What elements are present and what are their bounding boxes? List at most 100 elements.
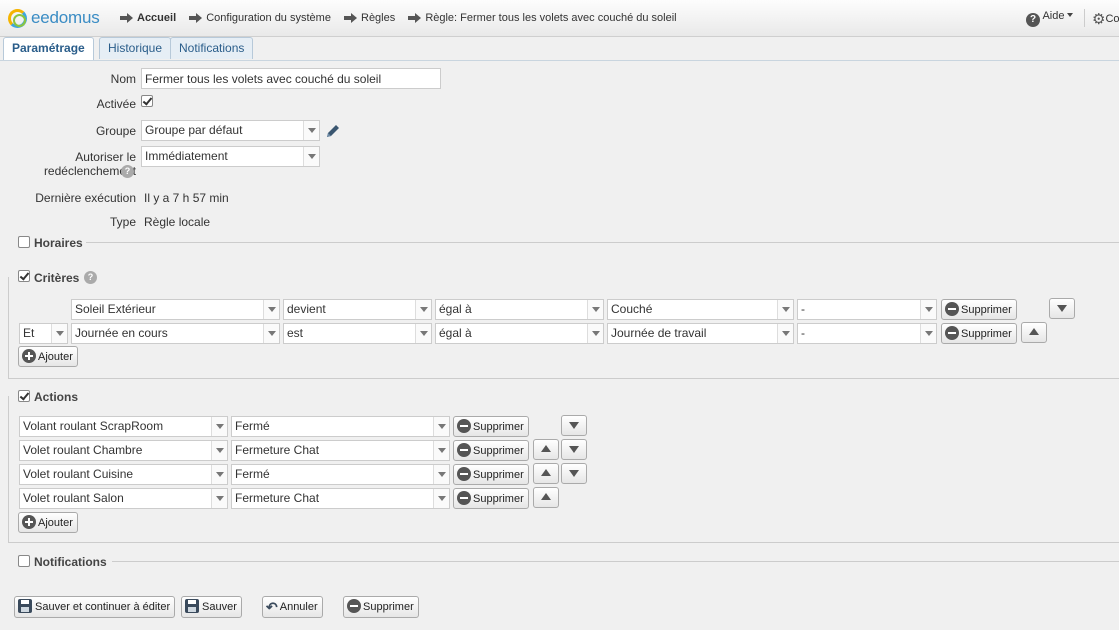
- notifications-title: Notifications: [34, 555, 107, 569]
- criteria-device-select[interactable]: Soleil Extérieur: [71, 299, 280, 320]
- cancel-button[interactable]: ↶ Annuler: [262, 596, 323, 618]
- config-label: Co: [1105, 13, 1119, 25]
- minus-icon: [347, 599, 361, 613]
- criteria-delete-button[interactable]: Supprimer: [941, 323, 1017, 344]
- help-menu[interactable]: ? Aide: [1026, 10, 1074, 27]
- breadcrumb-item-configuration[interactable]: Configuration du système: [189, 12, 331, 24]
- button-label: Annuler: [279, 601, 318, 613]
- action-device-value: Volet roulant Salon: [23, 491, 124, 505]
- chevron-down-icon: [415, 300, 431, 319]
- chevron-down-icon: [587, 300, 603, 319]
- move-up-button[interactable]: [533, 487, 559, 508]
- criteria-verb-select[interactable]: est: [283, 323, 432, 344]
- action-device-value: Volant roulant ScrapRoom: [23, 419, 164, 433]
- criteres-checkbox[interactable]: [18, 270, 30, 282]
- chevron-down-icon: [920, 300, 936, 319]
- help-label: Aide: [1042, 10, 1065, 22]
- criteria-operator-select[interactable]: égal à: [435, 323, 604, 344]
- groupe-value: Groupe par défaut: [145, 123, 243, 137]
- action-value-value: Fermé: [235, 467, 270, 481]
- criteres-title: Critères: [34, 271, 80, 285]
- criteria-verb-select[interactable]: devient: [283, 299, 432, 320]
- chevron-down-icon: [433, 465, 449, 484]
- chevron-down-icon: [211, 489, 227, 508]
- help-icon[interactable]: ?: [121, 165, 134, 178]
- plus-icon: [22, 349, 36, 363]
- action-delete-button[interactable]: Supprimer: [453, 416, 529, 437]
- minus-icon: [945, 326, 959, 340]
- action-delete-button[interactable]: Supprimer: [453, 488, 529, 509]
- action-delete-button[interactable]: Supprimer: [453, 440, 529, 461]
- minus-icon: [457, 419, 471, 433]
- move-down-button[interactable]: [561, 415, 587, 436]
- tab-notifications[interactable]: Notifications: [170, 37, 254, 59]
- action-value-value: Fermeture Chat: [235, 491, 320, 505]
- breadcrumb-item-current-rule: Règle: Fermer tous les volets avec couch…: [408, 12, 677, 24]
- chevron-down-icon: [51, 324, 67, 343]
- criteria-delete-button[interactable]: Supprimer: [941, 299, 1017, 320]
- horaires-checkbox[interactable]: [18, 236, 30, 248]
- pencil-icon[interactable]: [324, 122, 342, 140]
- redeclenchement-label: Autoriser le redéclenchement: [6, 150, 136, 178]
- criteria-extra-select[interactable]: -: [797, 323, 937, 344]
- notifications-checkbox[interactable]: [18, 555, 30, 567]
- criteria-value-value: Couché: [611, 302, 653, 316]
- activee-checkbox[interactable]: [141, 95, 153, 107]
- criteria-value-select[interactable]: Journée de travail: [607, 323, 794, 344]
- criteria-extra-select[interactable]: -: [797, 299, 937, 320]
- action-value-select[interactable]: Fermeture Chat: [231, 488, 450, 509]
- action-value-select[interactable]: Fermeture Chat: [231, 440, 450, 461]
- arrow-right-icon: [408, 13, 422, 23]
- button-label: Sauver: [202, 601, 237, 613]
- chevron-down-icon: [1067, 13, 1074, 17]
- groupe-label: Groupe: [95, 124, 136, 138]
- button-label: Supprimer: [363, 601, 414, 613]
- redeclenchement-select[interactable]: Immédiatement: [141, 146, 320, 167]
- actions-checkbox[interactable]: [18, 390, 30, 402]
- action-device-select[interactable]: Volet roulant Salon: [19, 488, 228, 509]
- move-down-button[interactable]: [561, 463, 587, 484]
- gear-icon: ⚙: [1092, 11, 1106, 28]
- divider: [112, 561, 1119, 562]
- delete-rule-button[interactable]: Supprimer: [343, 596, 419, 618]
- button-label: Supprimer: [473, 445, 524, 457]
- breadcrumb-item-regles[interactable]: Règles: [344, 12, 395, 24]
- criteria-value-select[interactable]: Couché: [607, 299, 794, 320]
- save-continue-button[interactable]: Sauver et continuer à éditer: [14, 596, 176, 618]
- action-device-select[interactable]: Volet roulant Cuisine: [19, 464, 228, 485]
- tab-historique[interactable]: Historique: [99, 37, 172, 59]
- criteria-conjunction-select[interactable]: Et: [19, 323, 68, 344]
- move-down-button[interactable]: [1049, 298, 1075, 319]
- type-label: Type: [109, 215, 136, 229]
- action-device-value: Volet roulant Chambre: [23, 443, 143, 457]
- action-value-value: Fermé: [235, 419, 270, 433]
- chevron-down-icon: [777, 300, 793, 319]
- derniere-execution-label: Dernière exécution: [35, 191, 136, 205]
- button-label: Sauver et continuer à éditer: [35, 601, 171, 613]
- config-menu[interactable]: ⚙Co: [1092, 10, 1119, 28]
- chevron-down-icon: [433, 489, 449, 508]
- criteria-operator-select[interactable]: égal à: [435, 299, 604, 320]
- help-icon[interactable]: ?: [84, 271, 97, 284]
- action-value-select[interactable]: Fermé: [231, 416, 450, 437]
- action-value-select[interactable]: Fermé: [231, 464, 450, 485]
- groupe-select[interactable]: Groupe par défaut: [141, 120, 320, 141]
- chevron-down-icon: [263, 300, 279, 319]
- criteria-device-value: Journée en cours: [75, 326, 168, 340]
- move-up-button[interactable]: [533, 439, 559, 460]
- action-device-select[interactable]: Volant roulant ScrapRoom: [19, 416, 228, 437]
- add-action-button[interactable]: Ajouter: [18, 512, 78, 533]
- nom-input[interactable]: [141, 68, 441, 89]
- add-criteria-button[interactable]: Ajouter: [18, 346, 78, 367]
- chevron-down-icon: [263, 324, 279, 343]
- action-device-select[interactable]: Volet roulant Chambre: [19, 440, 228, 461]
- criteria-device-select[interactable]: Journée en cours: [71, 323, 280, 344]
- move-up-button[interactable]: [533, 463, 559, 484]
- action-value-value: Fermeture Chat: [235, 443, 320, 457]
- breadcrumb-item-accueil[interactable]: Accueil: [120, 12, 176, 24]
- save-button[interactable]: Sauver: [181, 596, 242, 618]
- move-down-button[interactable]: [561, 439, 587, 460]
- tab-parametrage[interactable]: Paramétrage: [3, 37, 94, 61]
- action-delete-button[interactable]: Supprimer: [453, 464, 529, 485]
- move-up-button[interactable]: [1021, 322, 1047, 343]
